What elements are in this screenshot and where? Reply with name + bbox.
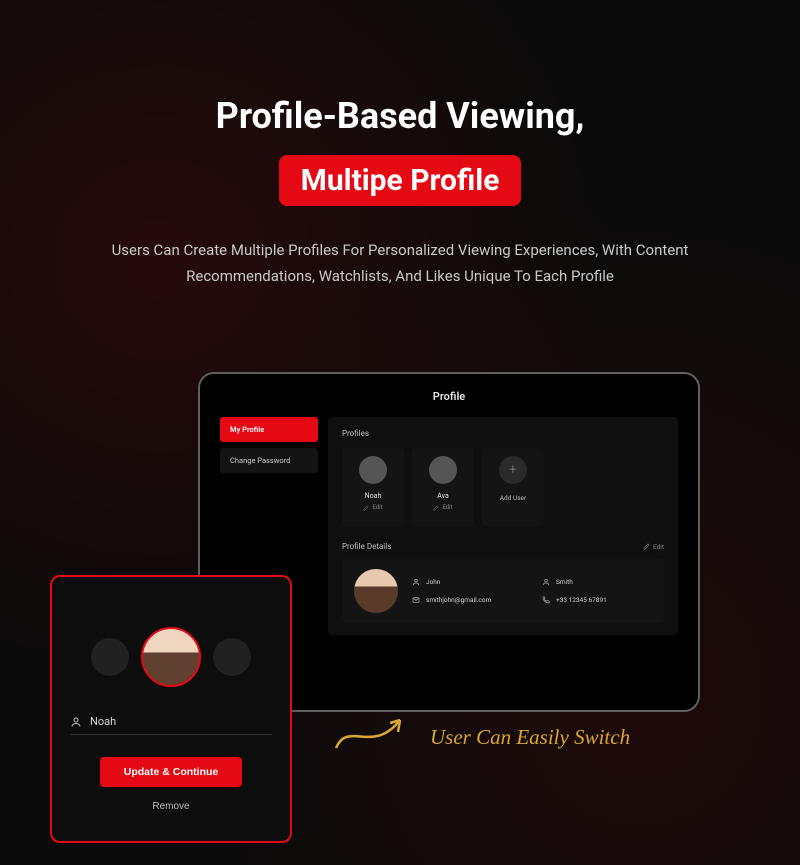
user-icon <box>412 578 420 586</box>
callout-arrow-icon <box>328 700 428 760</box>
profiles-label: Profiles <box>342 429 664 438</box>
avatar <box>359 456 387 484</box>
pencil-icon <box>433 505 439 511</box>
callout-text: User Can Easily Switch <box>430 725 630 750</box>
email-value: smithjohn@gmail.com <box>426 596 491 604</box>
phone-value: +33 12345 67891 <box>556 596 607 604</box>
edit-details-link[interactable]: Edit <box>643 543 664 551</box>
avatar <box>429 456 457 484</box>
switcher-avatar-current[interactable] <box>141 627 201 687</box>
edit-label: Edit <box>372 504 382 511</box>
sidebar-item-change-password[interactable]: Change Password <box>220 448 318 473</box>
avatar <box>354 569 398 613</box>
profile-details-label: Profile Details <box>342 542 391 551</box>
edit-label: Edit <box>442 504 452 511</box>
name-input[interactable]: Noah <box>70 715 272 735</box>
profile-card-ava[interactable]: Ava Edit <box>412 448 474 526</box>
add-user-label: Add User <box>500 494 526 502</box>
switcher-avatar-next[interactable] <box>213 638 251 676</box>
page-title: Profile-Based Viewing, <box>0 95 800 137</box>
profile-details-card: John Smith smithjohn@gmail.com +33 <box>342 559 664 623</box>
last-name-value: Smith <box>556 578 573 586</box>
pencil-icon <box>643 543 650 550</box>
profile-card-noah[interactable]: Noah Edit <box>342 448 404 526</box>
edit-profile-link[interactable]: Edit <box>433 504 452 511</box>
update-continue-button[interactable]: Update & Continue <box>100 757 243 787</box>
screen-title: Profile <box>220 390 678 403</box>
user-icon <box>542 578 550 586</box>
remove-button[interactable]: Remove <box>152 801 189 812</box>
last-name-field: Smith <box>542 578 652 586</box>
phone-field: +33 12345 67891 <box>542 596 652 604</box>
phone-icon <box>542 596 550 604</box>
first-name-field: John <box>412 578 522 586</box>
user-icon <box>70 716 82 728</box>
email-field: smithjohn@gmail.com <box>412 596 522 604</box>
add-user-button[interactable]: + Add User <box>482 448 544 526</box>
profile-switcher[interactable] <box>91 627 251 687</box>
profile-name: Ava <box>437 492 449 500</box>
mail-icon <box>412 596 420 604</box>
name-value: Noah <box>90 715 116 728</box>
edit-profile-overlay: Noah Update & Continue Remove <box>50 575 292 843</box>
sidebar-item-my-profile[interactable]: My Profile <box>220 417 318 442</box>
hero-subtitle: Users Can Create Multiple Profiles For P… <box>60 238 740 289</box>
switcher-avatar-prev[interactable] <box>91 638 129 676</box>
main-panel: Profiles Noah Edit Ava Edit <box>328 417 678 635</box>
first-name-value: John <box>426 578 440 586</box>
pencil-icon <box>363 505 369 511</box>
edit-label: Edit <box>653 543 664 551</box>
edit-profile-link[interactable]: Edit <box>363 504 382 511</box>
hero-badge: Multipe Profile <box>279 155 522 206</box>
profile-name: Noah <box>365 492 382 500</box>
plus-icon: + <box>499 456 527 484</box>
